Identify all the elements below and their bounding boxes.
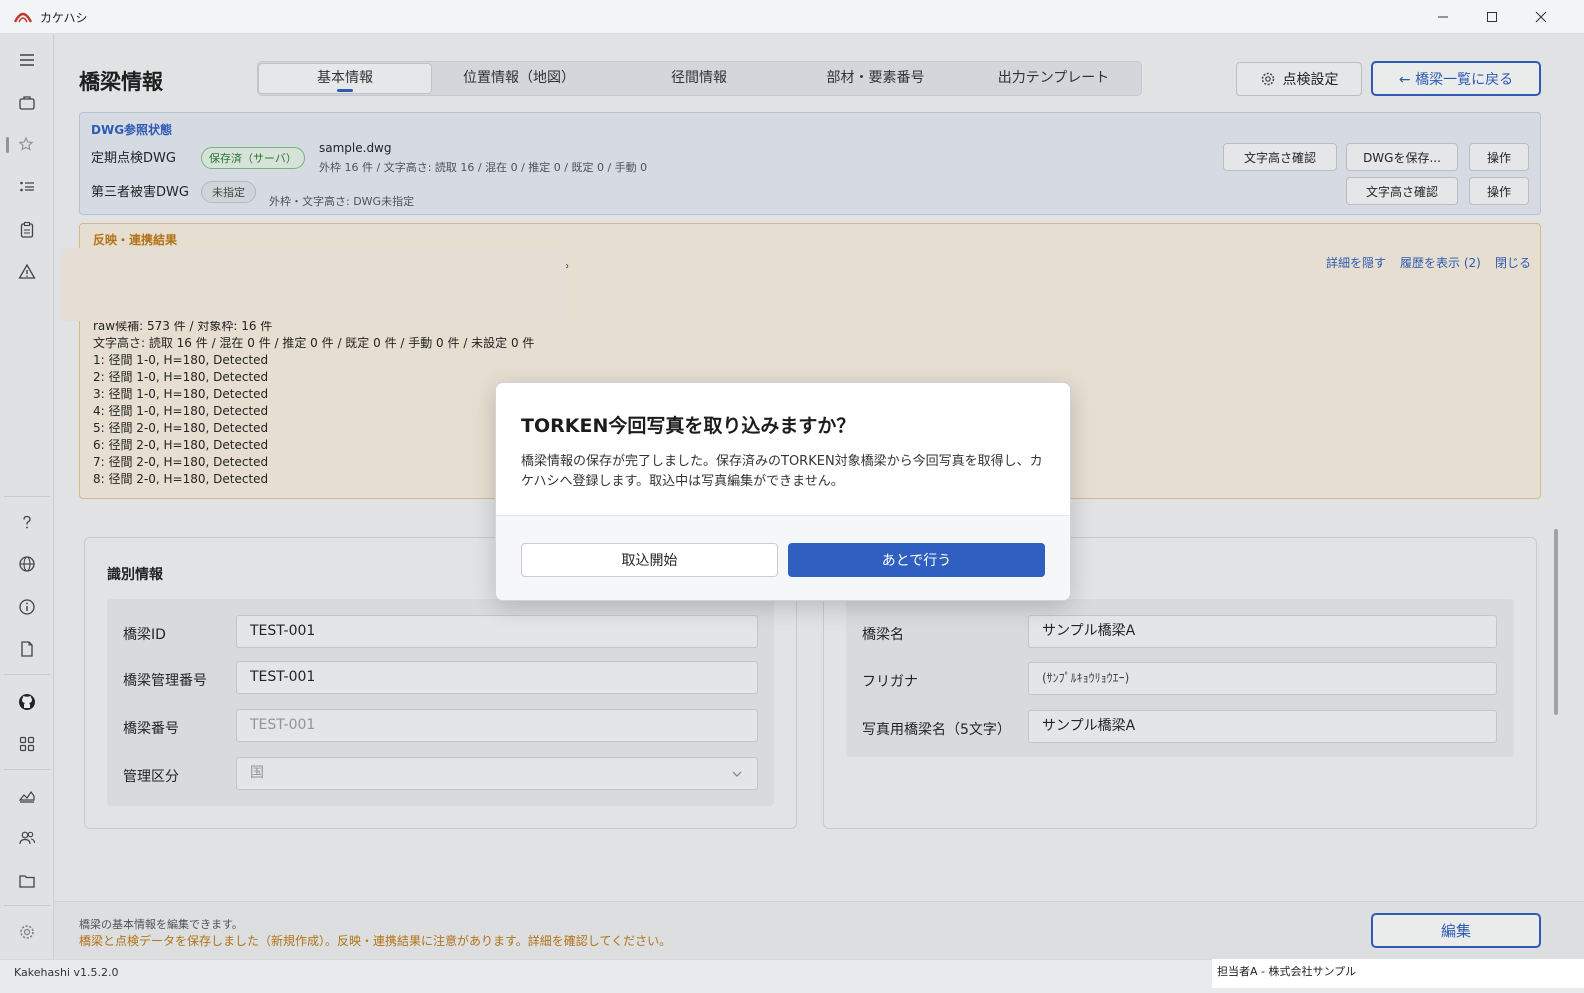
minimize-icon (1438, 16, 1448, 18)
dialog-title: TORKEN今回写真を取り込みますか？ (521, 415, 856, 437)
dialog-footer: 取込開始 あとで行う (496, 515, 1070, 600)
maximize-button[interactable] (1469, 4, 1515, 30)
close-window-button[interactable] (1518, 4, 1564, 30)
app-version: Kakehashi v1.5.2.0 (14, 966, 119, 979)
current-user: 担当者A - 株式会社サンプル (1212, 959, 1584, 988)
start-import-button[interactable]: 取込開始 (521, 543, 778, 577)
torken-import-dialog: TORKEN今回写真を取り込みますか？ 橋梁情報の保存が完了しました。保存済みの… (495, 382, 1071, 601)
title-bar: カケハシ (0, 0, 1584, 34)
scrollbar-thumb[interactable] (1554, 529, 1558, 715)
maximize-icon (1487, 12, 1497, 22)
dialog-message: 橋梁情報の保存が完了しました。保存済みのTORKEN対象橋梁から今回写真を取得し… (521, 454, 1043, 489)
window-title: カケハシ (40, 11, 88, 25)
status-bar: Kakehashi v1.5.2.0 担当者A - 株式会社サンプル (0, 959, 1584, 993)
minimize-button[interactable] (1420, 4, 1466, 30)
app-logo-icon (14, 12, 32, 23)
do-later-button[interactable]: あとで行う (788, 543, 1045, 577)
close-icon (1535, 11, 1547, 23)
